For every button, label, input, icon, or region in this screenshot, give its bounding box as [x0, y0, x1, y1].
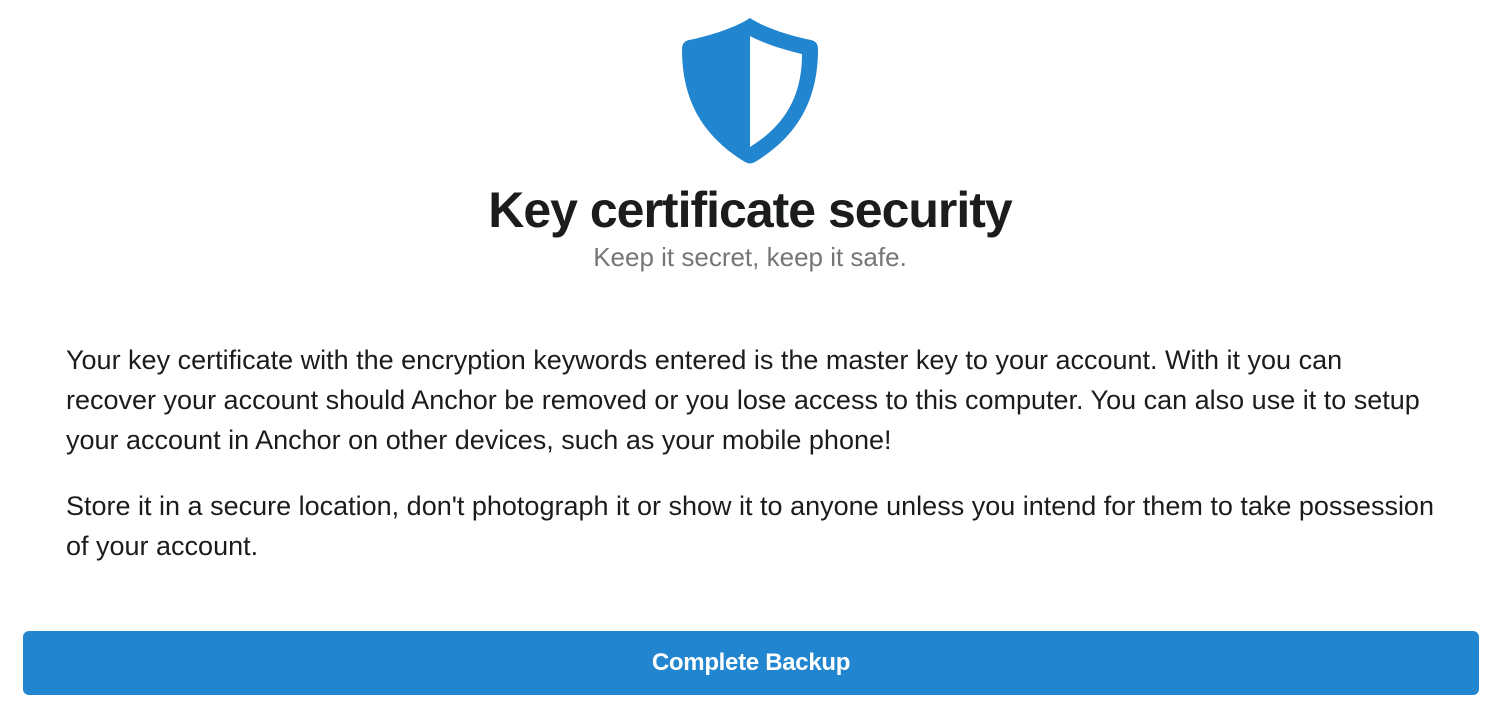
description-paragraph: Store it in a secure location, don't pho…: [66, 491, 1434, 561]
page-subtitle: Keep it secret, keep it safe.: [593, 242, 907, 272]
description: Your key certificate with the encryption…: [66, 340, 1436, 592]
shield-icon: [679, 16, 821, 166]
complete-backup-button[interactable]: Complete Backup: [23, 631, 1479, 695]
description-paragraph: Your key certificate with the encryption…: [66, 345, 1420, 455]
page-title: Key certificate security: [488, 182, 1013, 238]
backup-security-page: Key certificate security Keep it secret,…: [0, 0, 1500, 715]
